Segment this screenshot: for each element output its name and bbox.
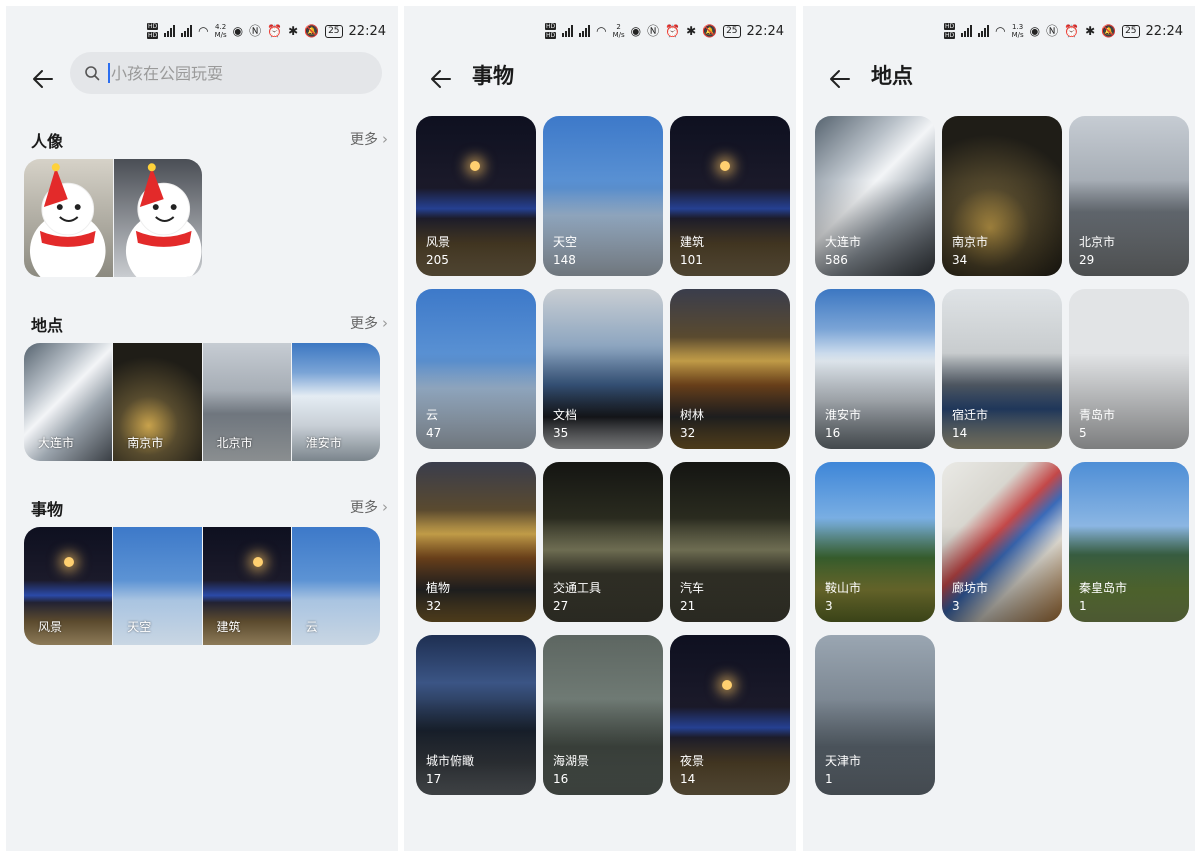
- alarm-icon: ⏰: [267, 24, 283, 38]
- status-bar: HD HD ◠ 4.2 M/s ◉ Ⓝ ⏰ ✱ 🔕 25 22:24: [146, 20, 386, 42]
- alarm-icon: ⏰: [665, 24, 681, 38]
- thing-thumb[interactable]: 风景: [24, 527, 113, 645]
- place-thumb[interactable]: 南京市: [113, 343, 202, 461]
- thing-thumb[interactable]: 云: [291, 527, 380, 645]
- battery-icon: 25: [723, 24, 741, 38]
- bluetooth-icon: ✱: [288, 24, 299, 38]
- places-strip[interactable]: 大连市 南京市 北京市 淮安市: [24, 343, 380, 461]
- thing-tile[interactable]: 建筑 101: [670, 116, 790, 276]
- things-strip[interactable]: 风景 天空 建筑 云: [24, 527, 380, 645]
- portrait-thumb[interactable]: [113, 159, 202, 277]
- status-bar: HD HD ◠ 1.3 M/s ◉ Ⓝ ⏰ ✱ 🔕 25 22:24: [943, 20, 1183, 42]
- chevron-right-icon: ›: [382, 130, 388, 148]
- place-thumb[interactable]: 北京市: [202, 343, 291, 461]
- hd-icon: HD HD: [146, 23, 159, 39]
- snowman-sticker-icon: [29, 163, 106, 277]
- thing-tile[interactable]: 交通工具 27: [543, 462, 663, 622]
- mute-icon: 🔕: [1101, 24, 1117, 38]
- place-tile[interactable]: 大连市 586: [815, 116, 935, 276]
- mute-icon: 🔕: [702, 24, 718, 38]
- thing-thumb[interactable]: 天空: [113, 527, 202, 645]
- signal-icon: [164, 25, 176, 37]
- place-thumb[interactable]: 大连市: [24, 343, 113, 461]
- place-tile[interactable]: 青岛市 5: [1069, 289, 1189, 449]
- chevron-right-icon: ›: [382, 314, 388, 332]
- thing-thumb[interactable]: 建筑: [202, 527, 291, 645]
- place-tile[interactable]: 天津市 1: [815, 635, 935, 795]
- nfc-icon: Ⓝ: [647, 24, 660, 38]
- network-speed: 4.2 M/s: [214, 23, 227, 39]
- back-arrow-icon[interactable]: [428, 66, 454, 92]
- signal-icon: [562, 25, 574, 37]
- thing-tile[interactable]: 文档 35: [543, 289, 663, 449]
- places-screen: HD HD ◠ 1.3 M/s ◉ Ⓝ ⏰ ✱ 🔕 25 22:24 地点 大连市 5…: [803, 6, 1195, 851]
- places-section-title: 地点: [31, 316, 64, 335]
- place-thumb[interactable]: 淮安市: [291, 343, 380, 461]
- clock: 22:24: [348, 23, 386, 39]
- thing-tile[interactable]: 夜景 14: [670, 635, 790, 795]
- signal-icon: [579, 25, 591, 37]
- place-tile[interactable]: 南京市 34: [942, 116, 1062, 276]
- clock: 22:24: [1145, 23, 1183, 39]
- search-input[interactable]: [111, 63, 361, 83]
- thing-tile[interactable]: 树林 32: [670, 289, 790, 449]
- things-more-link[interactable]: 更多 ›: [350, 497, 388, 517]
- place-tile[interactable]: 宿迁市 14: [942, 289, 1062, 449]
- snowman-sticker-icon: [125, 163, 201, 277]
- portrait-strip[interactable]: [24, 159, 202, 277]
- chevron-right-icon: ›: [382, 498, 388, 516]
- thing-tile[interactable]: 植物 32: [416, 462, 536, 622]
- portrait-more-link[interactable]: 更多 ›: [350, 129, 388, 149]
- hd-icon: HD HD: [544, 23, 557, 39]
- places-grid: 大连市 586 南京市 34 北京市 29 淮安市 16 宿迁市 14 青岛市 5 鞍山市 3…: [815, 116, 1189, 795]
- wifi-icon: ◠: [596, 24, 607, 38]
- clock: 22:24: [746, 23, 784, 39]
- things-section-title: 事物: [31, 500, 64, 519]
- network-speed: 2 M/s: [612, 23, 625, 39]
- thing-tile[interactable]: 城市俯瞰 17: [416, 635, 536, 795]
- thing-tile[interactable]: 汽车 21: [670, 462, 790, 622]
- bluetooth-icon: ✱: [686, 24, 697, 38]
- place-tile[interactable]: 廊坊市 3: [942, 462, 1062, 622]
- search-icon: [85, 66, 100, 81]
- signal-icon: [181, 25, 193, 37]
- back-arrow-icon[interactable]: [30, 66, 56, 92]
- alarm-icon: ⏰: [1064, 24, 1080, 38]
- thing-tile[interactable]: 风景 205: [416, 116, 536, 276]
- wifi-icon: ◠: [198, 24, 209, 38]
- hd-icon: HD HD: [943, 23, 956, 39]
- place-tile[interactable]: 淮安市 16: [815, 289, 935, 449]
- text-cursor: [108, 63, 110, 83]
- portrait-section-title: 人像: [31, 132, 64, 151]
- thing-tile[interactable]: 云 47: [416, 289, 536, 449]
- things-screen: HD HD ◠ 2 M/s ◉ Ⓝ ⏰ ✱ 🔕 25 22:24 事物 风景 205 …: [404, 6, 796, 851]
- eye-icon: ◉: [1029, 24, 1041, 38]
- bluetooth-icon: ✱: [1085, 24, 1096, 38]
- wifi-icon: ◠: [995, 24, 1006, 38]
- place-tile[interactable]: 秦皇岛市 1: [1069, 462, 1189, 622]
- network-speed: 1.3 M/s: [1011, 23, 1024, 39]
- nfc-icon: Ⓝ: [249, 24, 262, 38]
- things-grid: 风景 205 天空 148 建筑 101 云 47 文档 35 树林 32 植物 32 交通工…: [416, 116, 790, 795]
- nfc-icon: Ⓝ: [1046, 24, 1059, 38]
- mute-icon: 🔕: [304, 24, 320, 38]
- back-arrow-icon[interactable]: [827, 66, 853, 92]
- place-tile[interactable]: 北京市 29: [1069, 116, 1189, 276]
- page-title: 地点: [871, 64, 913, 88]
- places-more-link[interactable]: 更多 ›: [350, 313, 388, 333]
- thing-tile[interactable]: 天空 148: [543, 116, 663, 276]
- thing-tile[interactable]: 海湖景 16: [543, 635, 663, 795]
- status-bar: HD HD ◠ 2 M/s ◉ Ⓝ ⏰ ✱ 🔕 25 22:24: [544, 20, 784, 42]
- place-tile[interactable]: 鞍山市 3: [815, 462, 935, 622]
- battery-icon: 25: [325, 24, 343, 38]
- eye-icon: ◉: [630, 24, 642, 38]
- search-bar[interactable]: [70, 52, 382, 94]
- battery-icon: 25: [1122, 24, 1140, 38]
- signal-icon: [961, 25, 973, 37]
- signal-icon: [978, 25, 990, 37]
- search-screen: HDHD ◠ 4.2M/s ◉ Ⓝ ⏰ ✱ 🔕 25 22:24 人像 更多›: [6, 6, 398, 851]
- eye-icon: ◉: [232, 24, 244, 38]
- portrait-thumb[interactable]: [24, 159, 113, 277]
- page-title: 事物: [472, 64, 514, 88]
